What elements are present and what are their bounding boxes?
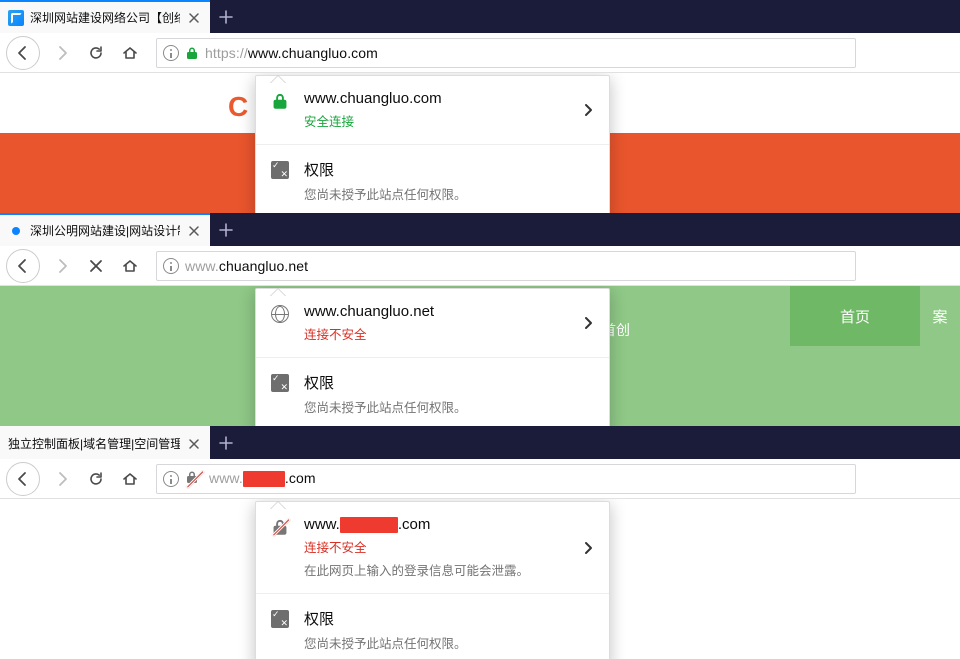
- tab-active[interactable]: 深圳公明网站建设|网站设计制: [0, 213, 210, 246]
- url-text: www.chuangluo.net: [185, 258, 308, 274]
- identity-host: www.chuangluo.com: [304, 90, 442, 107]
- new-tab-button[interactable]: [210, 0, 242, 33]
- close-tab-button[interactable]: [186, 10, 202, 26]
- address-bar[interactable]: www.chuangluo.net: [156, 251, 856, 281]
- permissions-text: 您尚未授予此站点任何权限。: [304, 633, 467, 652]
- home-button[interactable]: [114, 37, 146, 69]
- lock-icon: [185, 46, 199, 60]
- url-text: www..com: [209, 470, 316, 487]
- permissions-icon: [270, 610, 290, 628]
- brand-letter: C: [228, 91, 248, 123]
- home-button[interactable]: [114, 250, 146, 282]
- site-info-icon[interactable]: [163, 471, 179, 487]
- identity-row[interactable]: www.chuangluo.com 安全连接: [256, 76, 609, 144]
- nav-home-link[interactable]: 首页: [790, 286, 920, 346]
- permissions-title: 权限: [304, 159, 467, 180]
- tab-title: 独立控制面板|域名管理|空间管理|: [8, 435, 180, 452]
- chevron-right-icon: [581, 103, 595, 117]
- permissions-icon: [270, 374, 290, 392]
- tab-active[interactable]: 独立控制面板|域名管理|空间管理|: [0, 426, 210, 459]
- page-content: 首创 首页 案 www.chuangluo.net 连接不安全 权限 您尚未授予…: [0, 286, 960, 426]
- site-info-icon[interactable]: [163, 258, 179, 274]
- nav-cases-link[interactable]: 案: [920, 286, 960, 346]
- back-button[interactable]: [6, 462, 40, 496]
- reload-button[interactable]: [80, 37, 112, 69]
- nav-toolbar: www.chuangluo.net: [0, 246, 960, 286]
- new-tab-button[interactable]: [210, 213, 242, 246]
- permissions-row: 权限 您尚未授予此站点任何权限。: [256, 593, 609, 659]
- back-button[interactable]: [6, 36, 40, 70]
- permissions-text: 您尚未授予此站点任何权限。: [304, 397, 467, 416]
- identity-host: www.chuangluo.net: [304, 303, 434, 320]
- identity-status: 连接不安全: [304, 324, 434, 343]
- permissions-row: 权限 您尚未授予此站点任何权限。: [256, 144, 609, 213]
- tab-strip: 深圳公明网站建设|网站设计制: [0, 213, 960, 246]
- page-content: C www.chuangluo.com 安全连接 权限 您尚未授予此站点任何权限…: [0, 73, 960, 213]
- site-identity-popup: www.chuangluo.com 安全连接 权限 您尚未授予此站点任何权限。: [255, 75, 610, 213]
- permissions-icon: [270, 161, 290, 179]
- identity-status: 连接不安全: [304, 537, 529, 556]
- stop-button[interactable]: [80, 250, 112, 282]
- globe-icon: [270, 305, 290, 323]
- browser-window-3: 独立控制面板|域名管理|空间管理| www..com www..com 连接不安…: [0, 426, 960, 659]
- nav-toolbar: www..com: [0, 459, 960, 499]
- nav-toolbar: https://www.chuangluo.com: [0, 33, 960, 73]
- tab-strip: 独立控制面板|域名管理|空间管理|: [0, 426, 960, 459]
- site-info-icon[interactable]: [163, 45, 179, 61]
- close-tab-button[interactable]: [186, 436, 202, 452]
- lock-icon: [270, 92, 290, 110]
- tab-active[interactable]: 深圳网站建设网络公司【创络】: [0, 0, 210, 33]
- address-bar[interactable]: www..com: [156, 464, 856, 494]
- identity-row[interactable]: www.chuangluo.net 连接不安全: [256, 289, 609, 357]
- forward-button[interactable]: [46, 37, 78, 69]
- forward-button[interactable]: [46, 250, 78, 282]
- identity-status: 安全连接: [304, 111, 442, 130]
- redacted-text: [243, 471, 285, 487]
- address-bar[interactable]: https://www.chuangluo.com: [156, 38, 856, 68]
- forward-button[interactable]: [46, 463, 78, 495]
- close-tab-button[interactable]: [186, 223, 202, 239]
- url-text: https://www.chuangluo.com: [205, 45, 378, 61]
- insecure-lock-icon: [185, 470, 203, 488]
- insecure-lock-icon: [270, 518, 290, 536]
- permissions-text: 您尚未授予此站点任何权限。: [304, 184, 467, 203]
- redacted-text: [340, 517, 398, 533]
- tab-title: 深圳公明网站建设|网站设计制: [30, 222, 180, 239]
- home-button[interactable]: [114, 463, 146, 495]
- tab-title: 深圳网站建设网络公司【创络】: [30, 9, 180, 26]
- permissions-title: 权限: [304, 608, 467, 629]
- chevron-right-icon: [581, 541, 595, 555]
- chevron-right-icon: [581, 316, 595, 330]
- loading-icon: [8, 223, 24, 239]
- site-identity-popup: www..com 连接不安全 在此网页上输入的登录信息可能会泄露。 权限 您尚未…: [255, 501, 610, 659]
- identity-host: www..com: [304, 516, 529, 533]
- new-tab-button[interactable]: [210, 426, 242, 459]
- identity-warning: 在此网页上输入的登录信息可能会泄露。: [304, 560, 529, 579]
- identity-row[interactable]: www..com 连接不安全 在此网页上输入的登录信息可能会泄露。: [256, 502, 609, 593]
- reload-button[interactable]: [80, 463, 112, 495]
- permissions-row: 权限 您尚未授予此站点任何权限。: [256, 357, 609, 426]
- page-content: www..com 连接不安全 在此网页上输入的登录信息可能会泄露。 权限 您尚未…: [0, 499, 960, 659]
- favicon-icon: [8, 10, 24, 26]
- back-button[interactable]: [6, 249, 40, 283]
- site-identity-popup: www.chuangluo.net 连接不安全 权限 您尚未授予此站点任何权限。: [255, 288, 610, 426]
- browser-window-2: 深圳公明网站建设|网站设计制 www.chuangluo.net 首创 首页 案…: [0, 213, 960, 426]
- permissions-title: 权限: [304, 372, 467, 393]
- browser-window-1: 深圳网站建设网络公司【创络】 https://www.chuangluo.com…: [0, 0, 960, 213]
- tab-strip: 深圳网站建设网络公司【创络】: [0, 0, 960, 33]
